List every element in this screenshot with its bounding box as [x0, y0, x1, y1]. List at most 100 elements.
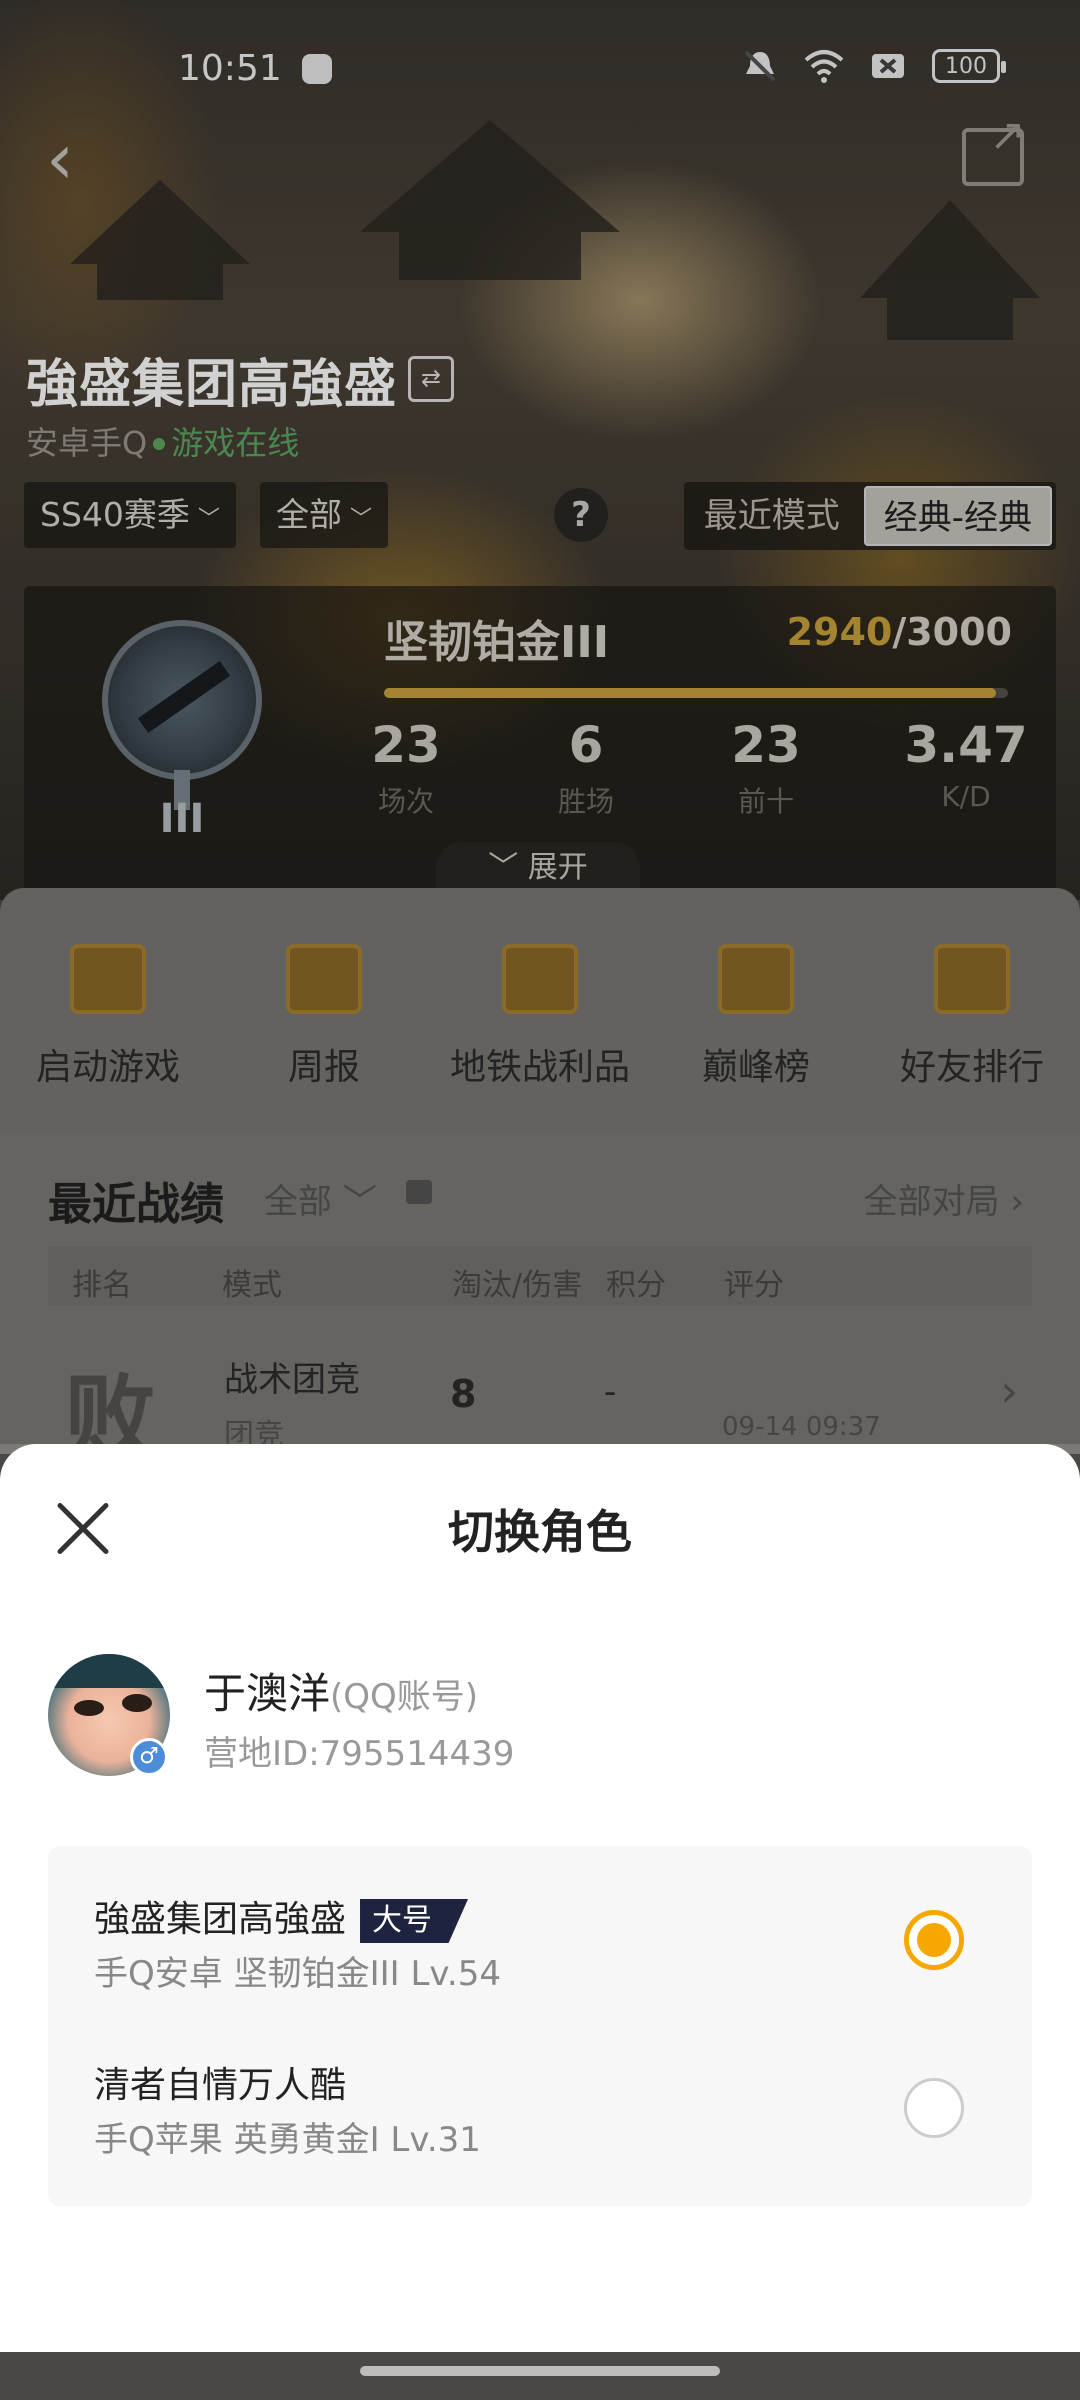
online-dot-icon	[153, 438, 166, 450]
quick-action-launch-game[interactable]: 启动游戏	[8, 944, 208, 1090]
stat-label: 场次	[377, 785, 434, 818]
rank-score: 2940/3000	[787, 610, 1012, 654]
recent-battles-title: 最近战绩	[48, 1179, 224, 1230]
share-icon[interactable]	[962, 110, 1026, 186]
expand-label: 展开	[527, 850, 588, 885]
stat-top10: 23 前十	[696, 716, 836, 820]
expand-button[interactable]: ﹀ 展开	[436, 842, 640, 894]
role-name: 強盛集团高強盛 大号	[94, 1890, 469, 1943]
recent-battles-filter-label: 全部	[264, 1182, 332, 1222]
pagoda-decoration	[860, 200, 1040, 340]
role-item[interactable]: 清者自情万人酷 手Q苹果 英勇黄金I Lv.31	[48, 2012, 1032, 2178]
season-select[interactable]: SS40赛季 ﹀	[24, 482, 236, 548]
chevron-down-icon: ﹀	[488, 850, 528, 885]
platform-label: 安卓手Q	[26, 424, 148, 462]
avatar-hair	[48, 1654, 170, 1688]
stat-value: 6	[568, 716, 604, 774]
shield-icon	[302, 54, 332, 84]
chevron-down-icon: ﹀	[342, 1182, 377, 1222]
chevron-right-icon: ›	[1000, 1366, 1018, 1417]
mute-bell-icon	[744, 50, 776, 82]
rank-score-current: 2940	[786, 610, 893, 654]
quick-action-peak-board[interactable]: 巅峰榜	[656, 944, 856, 1090]
column-header: 评分	[724, 1268, 784, 1303]
rank-progress-bar	[384, 688, 1008, 698]
account-type: (QQ账号)	[330, 1677, 479, 1717]
status-icons: 100	[740, 48, 1006, 84]
row-mode: 战术团竞	[224, 1360, 360, 1400]
stat-value: 3.47	[904, 716, 1028, 774]
quick-action-metro-loot[interactable]: 地铁战利品	[440, 944, 640, 1090]
chevron-down-icon: ﹀	[350, 507, 373, 532]
quick-actions-panel: 启动游戏 周报 地铁战利品 巅峰榜 好友排行	[0, 888, 1080, 1134]
filter-row: SS40赛季 ﹀ 全部 ﹀ ? 最近模式 经典-经典	[24, 482, 1056, 550]
quick-action-weekly-report[interactable]: 周报	[224, 944, 424, 1090]
stat-label: 前十	[737, 785, 794, 818]
recent-mode-value[interactable]: 经典-经典	[863, 486, 1052, 546]
all-games-link[interactable]: 全部对局 ›	[864, 1174, 1024, 1223]
calendar-icon	[286, 944, 362, 1014]
quick-action-label: 启动游戏	[35, 1047, 180, 1088]
badge-numeral: III	[159, 796, 205, 842]
avatar-eye	[122, 1694, 152, 1712]
role-list: 強盛集团高強盛 大号 手Q安卓 坚韧铂金III Lv.54 清者自情万人酷 手Q苹…	[48, 1846, 1032, 2206]
chevron-down-icon: ﹀	[197, 507, 220, 532]
rank-tier: 坚韧铂金III	[384, 617, 610, 668]
row-time: 09-14 09:37	[722, 1412, 881, 1442]
column-header: 排名	[72, 1268, 132, 1303]
male-icon: ♂	[130, 1738, 168, 1776]
online-status: 游戏在线	[171, 424, 300, 462]
role-radio-selected[interactable]	[904, 1910, 964, 1970]
quick-action-label: 周报	[287, 1047, 360, 1088]
quick-action-friend-rank[interactable]: 好友排行	[872, 944, 1072, 1090]
wifi-icon	[804, 50, 844, 83]
role-info: 手Q苹果 英勇黄金I Lv.31	[94, 2120, 481, 2160]
role-name: 清者自情万人酷	[94, 2065, 347, 2106]
sim-off-icon	[872, 54, 904, 78]
column-header: 模式	[222, 1268, 282, 1303]
all-games-label: 全部对局	[863, 1182, 1000, 1222]
role-name-text: 強盛集团高強盛	[94, 1899, 347, 1940]
recent-mode-selector[interactable]: 最近模式 经典-经典	[683, 482, 1056, 550]
rank-score-max: 3000	[906, 610, 1012, 654]
stat-label: K/D	[941, 780, 991, 813]
pagoda-decoration	[70, 180, 250, 300]
stat-wins: 6 胜场	[516, 716, 656, 820]
role-radio[interactable]	[904, 2078, 964, 2138]
account-name: 于澳洋(QQ账号)	[204, 1660, 478, 1721]
avatar-eye	[74, 1700, 104, 1716]
podium-icon	[934, 944, 1010, 1014]
shield-m-icon	[502, 944, 578, 1014]
column-header: 淘汰/伤害	[452, 1268, 583, 1303]
scope-select[interactable]: 全部 ﹀	[260, 482, 389, 548]
stat-label: 胜场	[557, 785, 614, 818]
rank-progress-fill	[384, 688, 996, 698]
help-icon[interactable]: ?	[554, 488, 608, 542]
column-header: 积分	[606, 1268, 666, 1303]
row-score: -	[604, 1372, 617, 1412]
quick-action-label: 好友排行	[899, 1047, 1044, 1088]
player-name: 強盛集团高強盛	[26, 355, 398, 415]
stat-value: 23	[371, 716, 441, 774]
status-bar: 10:51 100	[0, 40, 1080, 100]
recent-battles-filter[interactable]: 全部 ﹀	[264, 1174, 377, 1223]
quick-action-label: 地铁战利品	[449, 1047, 630, 1088]
pagoda-decoration	[360, 120, 620, 280]
back-icon[interactable]: ‹	[46, 124, 74, 194]
scope-label: 全部	[276, 495, 342, 534]
camp-id: 营地ID:795514439	[204, 1734, 515, 1774]
row-kills: 8	[450, 1372, 477, 1416]
account-name-text: 于澳洋	[204, 1669, 331, 1718]
quick-action-label: 巅峰榜	[701, 1047, 810, 1088]
recent-mode-label: 最近模式	[703, 496, 840, 536]
recent-battles-section: 最近战绩 全部 ﹀ 全部对局 › 排名 模式 淘汰/伤害 积分 评分 败 战术团…	[0, 1134, 1080, 1472]
stat-kd: 3.47 K/D	[896, 716, 1036, 813]
chevron-right-icon: ›	[1010, 1182, 1024, 1222]
trophy-icon	[718, 944, 794, 1014]
role-item[interactable]: 強盛集团高強盛 大号 手Q安卓 坚韧铂金III Lv.54	[48, 1846, 1032, 2012]
home-indicator[interactable]	[360, 2366, 720, 2376]
stat-value: 23	[731, 716, 801, 774]
switch-role-icon[interactable]: ⇄	[408, 356, 454, 402]
season-label: SS40赛季	[40, 495, 190, 534]
lightning-icon	[70, 944, 146, 1014]
